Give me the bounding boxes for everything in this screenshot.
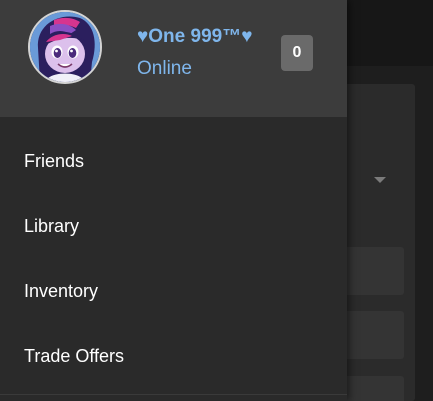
nav-item-library[interactable]: Library <box>0 194 347 259</box>
nav-item-label: Friends <box>24 151 85 171</box>
app-root: ♥One 999™♥ Online 0 Friends Library Inve… <box>0 0 433 401</box>
username-label: ♥One 999™♥ <box>137 26 253 47</box>
profile-header[interactable]: ♥One 999™♥ Online 0 <box>0 0 347 117</box>
nav-item-trade-offers[interactable]: Trade Offers <box>0 324 347 389</box>
nav-menu: Friends Library Inventory Trade Offers <box>0 129 347 389</box>
online-status-label: Online <box>137 58 192 79</box>
nav-item-label: Inventory <box>24 281 99 301</box>
navigation-drawer: ♥One 999™♥ Online 0 Friends Library Inve… <box>0 0 347 401</box>
nav-item-friends[interactable]: Friends <box>0 129 347 194</box>
nav-divider <box>0 394 347 395</box>
nav-item-label: Trade Offers <box>24 346 125 366</box>
pony-avatar-icon <box>30 12 100 82</box>
avatar[interactable] <box>28 10 102 84</box>
dropdown-arrow-icon[interactable] <box>374 177 386 183</box>
nav-item-inventory[interactable]: Inventory <box>0 259 347 324</box>
notification-count-badge[interactable]: 0 <box>281 35 313 71</box>
nav-item-label: Library <box>24 216 80 236</box>
